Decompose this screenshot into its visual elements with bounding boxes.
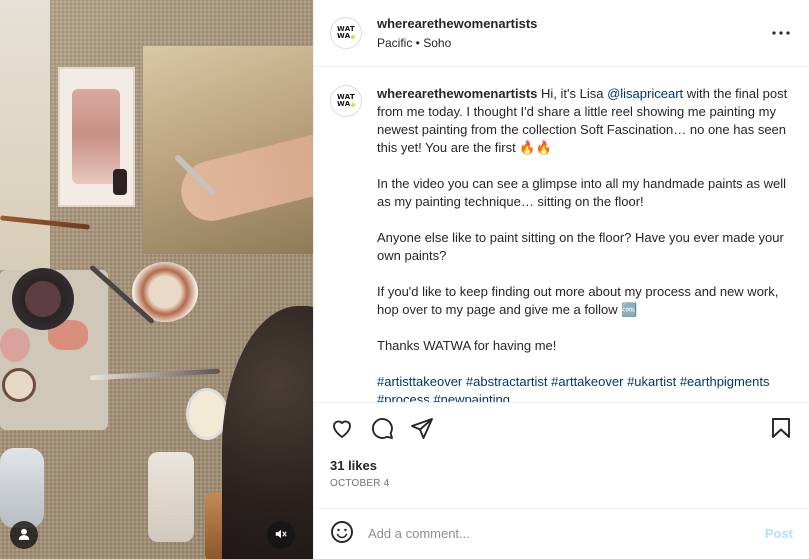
hashtag-link[interactable]: #ukartist	[627, 374, 676, 389]
hashtag-link[interactable]: #arttakeover	[551, 374, 623, 389]
post-comment-button[interactable]: Post	[765, 526, 793, 541]
avatar[interactable]: WAT WA	[330, 84, 362, 117]
hashtag-link[interactable]: #newpainting	[433, 392, 510, 402]
location-link[interactable]: Pacific • Soho	[377, 36, 769, 50]
hashtag-link[interactable]: #artisttakeover	[377, 374, 462, 389]
avatar-dot	[351, 34, 355, 39]
caption-section[interactable]: WAT WA wherearethewomenartists Hi, it's …	[314, 67, 809, 402]
likes-count[interactable]: 31 likes	[314, 457, 809, 475]
hashtag-link[interactable]: #process	[377, 392, 430, 402]
paint-bowl	[12, 268, 74, 330]
paint-well	[2, 368, 36, 402]
header-text: wherearethewomenartists Pacific • Soho	[377, 16, 769, 50]
hashtag-link[interactable]: #earthpigments	[680, 374, 770, 389]
like-button[interactable]	[330, 416, 354, 440]
caption-paragraph: Anyone else like to paint sitting on the…	[377, 229, 784, 263]
username-link[interactable]: wherearethewomenartists	[377, 16, 769, 31]
comment-button[interactable]	[370, 416, 394, 440]
instagram-post-modal: WAT WA wherearethewomenartists Pacific •…	[0, 0, 809, 559]
bookmark-icon	[772, 418, 790, 439]
action-bar	[314, 401, 809, 454]
paper-sheet	[0, 0, 50, 270]
post-sidebar: WAT WA wherearethewomenartists Pacific •…	[313, 0, 809, 559]
avatar-dot	[351, 102, 355, 107]
post-video[interactable]	[0, 0, 313, 559]
caption-text-span: Hi, it's Lisa	[537, 85, 608, 101]
post-header: WAT WA wherearethewomenartists Pacific •…	[314, 0, 809, 67]
more-options-button[interactable]	[769, 21, 793, 45]
caption-paragraph: In the video you can see a glimpse into …	[377, 175, 787, 209]
comment-input[interactable]	[368, 526, 765, 542]
muted-speaker-icon	[274, 527, 288, 544]
caption-paragraph: Thanks WATWA for having me!	[377, 337, 557, 353]
avatar[interactable]: WAT WA	[330, 16, 362, 49]
caption-paragraph: If you'd like to keep finding out more a…	[377, 283, 779, 317]
dark-paint	[113, 169, 127, 195]
share-button[interactable]	[410, 416, 434, 440]
paint-well	[0, 328, 30, 362]
emoji-button[interactable]	[330, 520, 354, 547]
heart-icon	[333, 421, 351, 439]
hashtags: #artisttakeover #abstractartist #arttake…	[377, 373, 793, 402]
water-glass	[0, 448, 44, 528]
glass-jar	[148, 452, 194, 542]
paint-palette	[58, 67, 135, 207]
mention-link[interactable]: @lisapriceart	[607, 86, 683, 101]
post-date[interactable]: OCTOBER 4	[314, 478, 809, 492]
caption-paragraph: wherearethewomenartists Hi, it's Lisa @l…	[377, 85, 793, 157]
share-icon	[411, 418, 433, 440]
comment-icon	[371, 418, 393, 440]
mute-button[interactable]	[267, 521, 295, 549]
more-icon	[772, 31, 790, 35]
save-button[interactable]	[769, 416, 793, 440]
emoji-icon	[331, 521, 353, 544]
user-tag-button[interactable]	[10, 521, 38, 549]
user-tag-icon	[17, 527, 31, 544]
hashtag-link[interactable]: #abstractartist	[466, 374, 548, 389]
caption-text: wherearethewomenartists Hi, it's Lisa @l…	[377, 85, 793, 402]
comment-bar: Post	[314, 507, 809, 559]
caption-username[interactable]: wherearethewomenartists	[377, 86, 537, 101]
